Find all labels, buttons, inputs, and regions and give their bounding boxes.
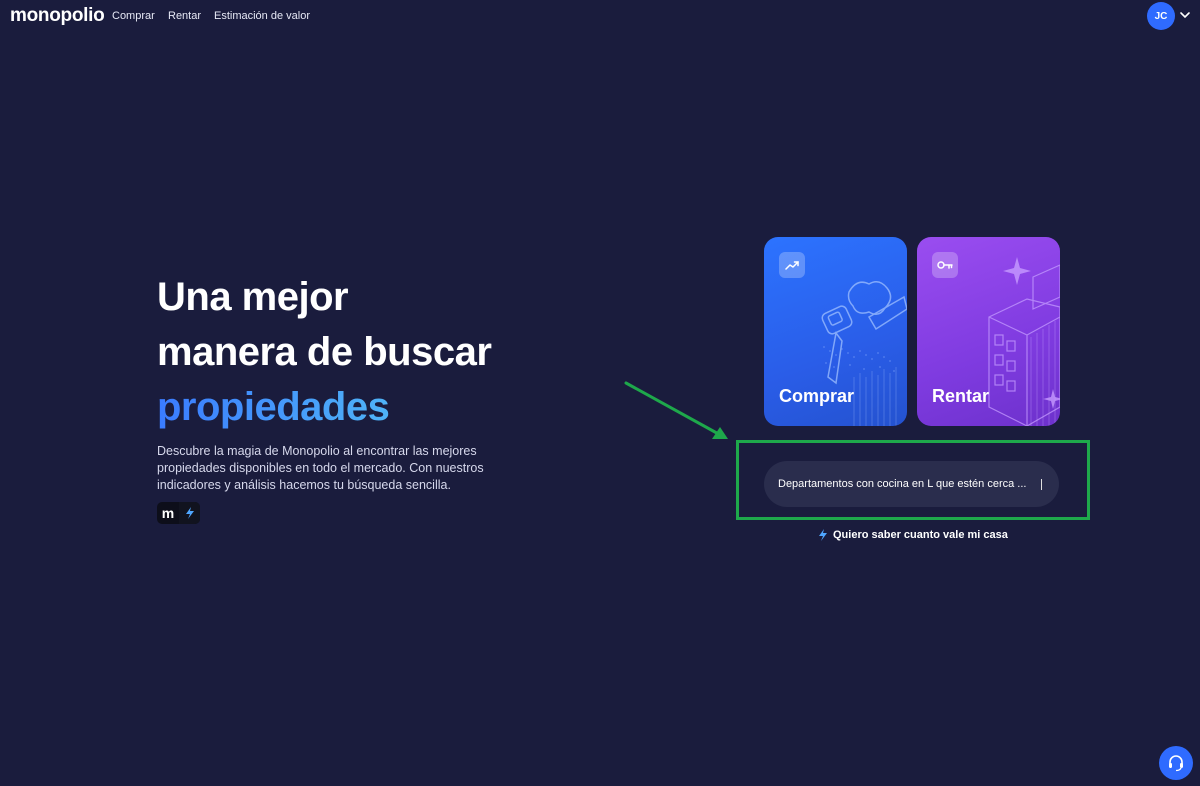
card-rentar-label: Rentar bbox=[932, 386, 990, 406]
valuation-link-label: Quiero saber cuanto vale mi casa bbox=[833, 529, 1008, 541]
nav-link-estimacion[interactable]: Estimación de valor bbox=[214, 10, 310, 22]
lightning-bolt-icon bbox=[819, 529, 827, 541]
hero-title-accent: propiedades bbox=[157, 380, 577, 435]
search-input-value: Departamentos con cocina en L que estén … bbox=[778, 478, 1027, 490]
nav-link-comprar[interactable]: Comprar bbox=[112, 10, 155, 22]
hero-description: Descubre la magia de Monopolio al encont… bbox=[157, 444, 484, 492]
brand-badge: m bbox=[157, 502, 200, 524]
key-icon bbox=[932, 252, 958, 278]
search-input[interactable]: Departamentos con cocina en L que estén … bbox=[764, 461, 1059, 507]
logo[interactable]: monopolio bbox=[10, 5, 105, 27]
annotation-arrow bbox=[624, 381, 728, 439]
top-navigation: monopolio Comprar Rentar Estimación de v… bbox=[0, 0, 1200, 32]
trending-up-icon bbox=[779, 252, 805, 278]
card-comprar-label: Comprar bbox=[779, 386, 855, 406]
hero-title-line-1: Una mejor bbox=[157, 275, 349, 319]
support-button[interactable] bbox=[1159, 746, 1193, 780]
hero-title-line-2: manera de buscar bbox=[157, 330, 492, 374]
card-rentar[interactable]: Rentar bbox=[917, 237, 1060, 426]
valuation-link[interactable]: Quiero saber cuanto vale mi casa bbox=[817, 528, 1008, 542]
user-avatar[interactable]: JC bbox=[1147, 2, 1175, 30]
nav-link-rentar[interactable]: Rentar bbox=[168, 10, 201, 22]
text-caret bbox=[1041, 479, 1042, 490]
hero-title: Una mejor manera de buscar propiedades bbox=[157, 270, 577, 435]
chevron-down-icon[interactable] bbox=[1179, 10, 1191, 20]
card-comprar[interactable]: Comprar bbox=[764, 237, 907, 426]
monopolio-m-icon: m bbox=[161, 505, 175, 521]
support-agent-icon bbox=[1169, 755, 1183, 772]
lightning-bolt-icon bbox=[179, 502, 200, 524]
